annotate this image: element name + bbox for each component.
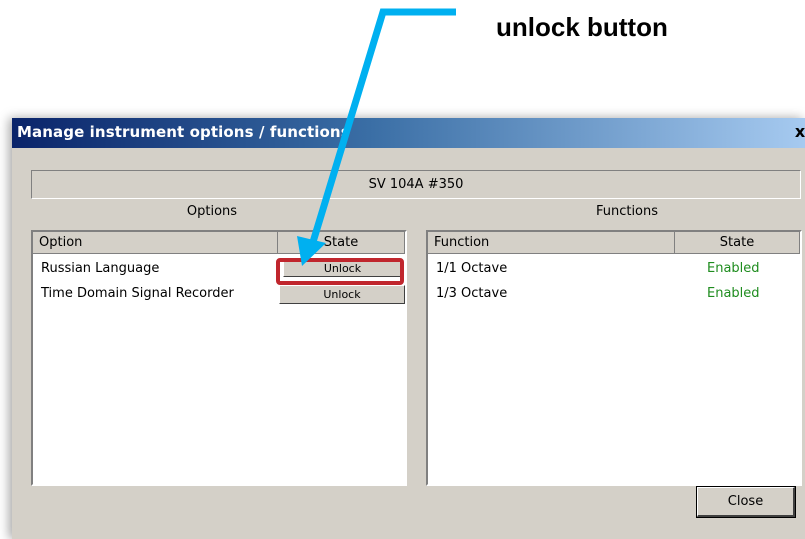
functions-list[interactable]: Function State 1/1 Octave Enabled 1/3 Oc… xyxy=(426,230,802,486)
function-state-badge: Enabled xyxy=(707,286,760,301)
function-name-1-3-octave: 1/3 Octave xyxy=(436,286,508,301)
option-name-russian-language: Russian Language xyxy=(41,261,160,276)
title-bar[interactable]: Manage instrument options / functions x xyxy=(12,118,805,148)
option-name-time-domain-signal-recorder: Time Domain Signal Recorder xyxy=(41,286,234,301)
state-column-header[interactable]: State xyxy=(278,232,405,254)
options-group-label: Options xyxy=(186,204,238,219)
function-name-1-1-octave: 1/1 Octave xyxy=(436,261,508,276)
device-label: SV 104A #350 xyxy=(31,170,801,199)
functions-group-label: Functions xyxy=(595,204,659,219)
manage-options-dialog: Manage instrument options / functions x … xyxy=(12,118,805,539)
callout-label: unlock button xyxy=(496,12,668,42)
function-state-column-header[interactable]: State xyxy=(675,232,800,254)
function-state-badge: Enabled xyxy=(707,261,760,276)
unlock-button-time-domain-signal-recorder[interactable]: Unlock xyxy=(279,285,405,304)
close-button[interactable]: Close xyxy=(696,486,796,518)
window-title: Manage instrument options / functions xyxy=(17,123,350,141)
function-column-header[interactable]: Function xyxy=(428,232,675,254)
option-column-header[interactable]: Option xyxy=(33,232,278,254)
close-icon[interactable]: x xyxy=(793,121,805,143)
unlock-highlight-box xyxy=(276,258,404,285)
